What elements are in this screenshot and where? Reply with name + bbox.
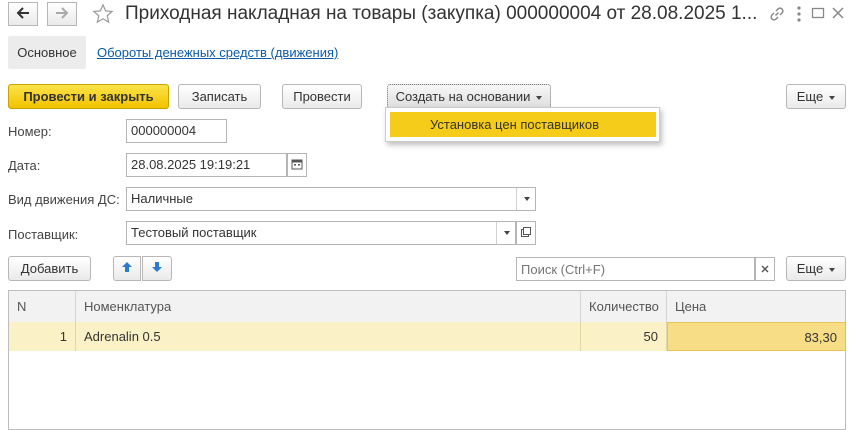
create-based-on-button[interactable]: Создать на основании (387, 84, 551, 109)
more-button[interactable]: Еще (786, 84, 846, 109)
post-and-close-button[interactable]: Провести и закрыть (8, 84, 169, 109)
number-field[interactable]: 000000004 (126, 119, 227, 143)
chevron-down-icon (536, 89, 543, 104)
column-header-price[interactable]: Цена (667, 291, 845, 322)
menu-item-supplier-prices[interactable]: Установка цен поставщиков (390, 112, 656, 137)
table-row[interactable]: 1 Adrenalin 0.5 50 83,30 (9, 322, 845, 351)
close-icon (760, 262, 770, 277)
window-title: Приходная накладная на товары (закупка) … (125, 3, 758, 24)
supplier-field[interactable]: Тестовый поставщик (126, 221, 516, 245)
arrow-down-icon (151, 261, 163, 276)
arrow-up-icon (121, 261, 133, 276)
chevron-down-icon (829, 261, 836, 276)
row-price[interactable]: 83,30 (667, 322, 845, 351)
movement-type-value: Наличные (131, 191, 193, 206)
movement-type-field[interactable]: Наличные (126, 187, 536, 211)
close-icon[interactable] (830, 5, 846, 24)
clear-search-button[interactable] (755, 257, 775, 281)
more-vertical-icon[interactable] (794, 5, 804, 26)
column-header-quantity[interactable]: Количество (581, 291, 667, 322)
move-down-button[interactable] (142, 256, 172, 281)
link-icon[interactable] (768, 5, 786, 26)
back-button[interactable] (8, 2, 38, 26)
add-button[interactable]: Добавить (8, 256, 91, 281)
maximize-icon[interactable] (810, 5, 826, 24)
chevron-down-icon[interactable] (496, 222, 515, 244)
post-button[interactable]: Провести (282, 84, 362, 109)
open-supplier-button[interactable] (516, 221, 536, 245)
row-quantity[interactable]: 50 (581, 322, 667, 351)
calendar-button[interactable] (287, 153, 307, 177)
date-field[interactable]: 28.08.2025 19:19:21 (126, 153, 287, 177)
chevron-down-icon (829, 89, 836, 104)
save-button[interactable]: Записать (178, 84, 261, 109)
open-in-window-icon (520, 226, 532, 241)
create-based-on-label: Создать на основании (395, 89, 531, 104)
column-header-n[interactable]: N (9, 291, 76, 322)
supplier-label: Поставщик: (8, 227, 79, 242)
table-more-label: Еще (796, 261, 824, 276)
create-based-on-menu: Установка цен поставщиков (385, 107, 660, 142)
forward-button[interactable] (47, 2, 77, 26)
row-item[interactable]: Adrenalin 0.5 (76, 322, 581, 351)
tab-main[interactable]: Основное (8, 36, 86, 69)
arrow-left-icon (16, 6, 30, 22)
column-header-item[interactable]: Номенклатура (76, 291, 581, 322)
row-number: 1 (9, 322, 76, 351)
move-up-button[interactable] (113, 256, 141, 281)
goods-table: N Номенклатура Количество Цена 1 Adrenal… (8, 290, 846, 430)
movement-type-label: Вид движения ДС: (8, 192, 120, 207)
more-label: Еще (796, 89, 824, 104)
table-more-button[interactable]: Еще (786, 256, 846, 281)
tab-cash-flows-link[interactable]: Обороты денежных средств (движения) (97, 45, 338, 60)
search-input[interactable] (516, 257, 755, 281)
arrow-right-icon (55, 6, 69, 22)
table-header: N Номенклатура Количество Цена (9, 291, 845, 322)
calendar-icon (291, 158, 303, 173)
number-label: Номер: (8, 124, 52, 139)
date-label: Дата: (8, 158, 41, 173)
chevron-down-icon[interactable] (516, 188, 535, 210)
supplier-value: Тестовый поставщик (131, 225, 257, 240)
favorite-star-icon[interactable] (92, 3, 114, 28)
